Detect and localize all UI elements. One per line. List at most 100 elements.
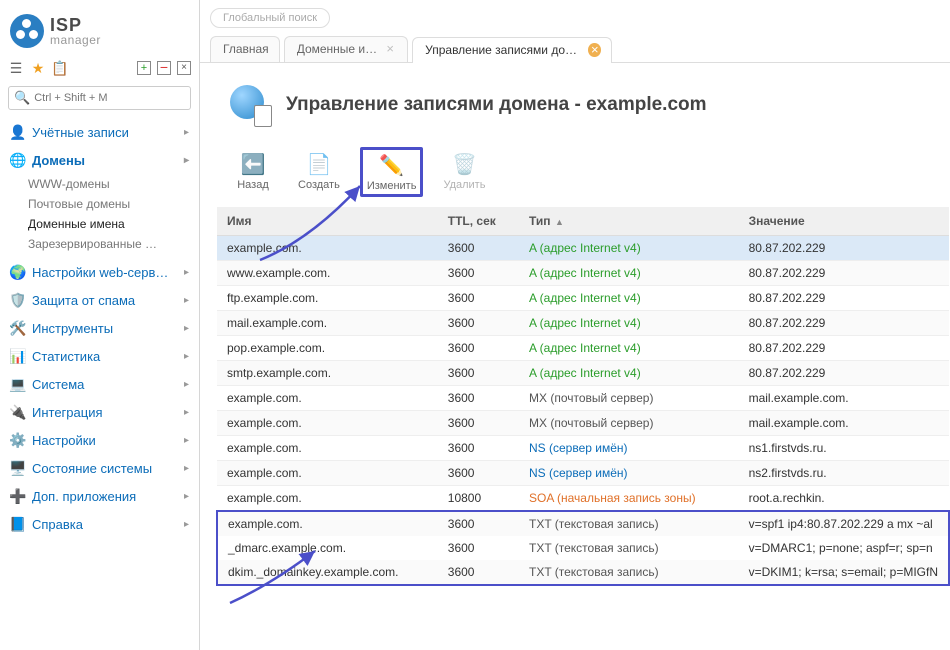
- table-row[interactable]: mail.example.com.3600A (адрес Internet v…: [217, 311, 949, 336]
- sidebar-item-integration[interactable]: 🔌Интеграция▸: [0, 398, 199, 426]
- sidebar-item-system[interactable]: 💻Система▸: [0, 370, 199, 398]
- sidebar-item-domains[interactable]: 🌐Домены▸: [0, 146, 199, 174]
- tab-main[interactable]: Главная: [210, 36, 280, 62]
- cell-value: v=DKIM1; k=rsa; s=email; p=MIGfN: [739, 560, 949, 585]
- cell-name: example.com.: [217, 436, 438, 461]
- sidebar-item-label: Доп. приложения: [32, 489, 136, 504]
- table-row[interactable]: example.com.3600MX (почтовый сервер)mail…: [217, 411, 949, 436]
- cell-value: ns2.firstvds.ru.: [739, 461, 949, 486]
- page-header: Управление записями домена - example.com: [200, 63, 950, 133]
- sidebar-subitem-names[interactable]: Доменные имена: [28, 214, 199, 234]
- cell-value: 80.87.202.229: [739, 261, 949, 286]
- chevron-right-icon: ▸: [184, 267, 189, 278]
- sidebar-item-accounts[interactable]: 👤Учётные записи▸: [0, 118, 199, 146]
- sidebar: ISP manager ☰ ★ 📋 + − × 🔍 👤Учётные запис…: [0, 0, 200, 650]
- col-value[interactable]: Значение: [739, 207, 949, 236]
- help-icon: 📘: [10, 516, 26, 532]
- chevron-right-icon: ▸: [184, 435, 189, 446]
- sidebar-item-label: Справка: [32, 517, 83, 532]
- cell-type: TXT (текстовая запись): [519, 536, 739, 560]
- col-name[interactable]: Имя: [217, 207, 438, 236]
- cell-name: dkim._domainkey.example.com.: [217, 560, 438, 585]
- sidebar-search[interactable]: 🔍: [8, 86, 191, 110]
- cell-ttl: 3600: [438, 286, 519, 311]
- system-icon: 💻: [10, 376, 26, 392]
- close-icon[interactable]: ×: [383, 42, 397, 56]
- sidebar-item-help[interactable]: 📘Справка▸: [0, 510, 199, 538]
- sidebar-item-settings[interactable]: ⚙️Настройки▸: [0, 426, 199, 454]
- cell-type: TXT (текстовая запись): [519, 511, 739, 536]
- cell-ttl: 3600: [438, 436, 519, 461]
- close-all-icon[interactable]: ×: [177, 61, 191, 75]
- sidebar-item-label: Состояние системы: [32, 461, 152, 476]
- edit-button[interactable]: ✏️ Изменить: [360, 147, 424, 197]
- cell-ttl: 3600: [438, 361, 519, 386]
- table-row[interactable]: example.com.3600A (адрес Internet v4)80.…: [217, 236, 949, 261]
- star-icon[interactable]: ★: [30, 60, 46, 76]
- sidebar-item-websettings[interactable]: 🌍Настройки web-серв…▸: [0, 258, 199, 286]
- cell-ttl: 3600: [438, 236, 519, 261]
- sidebar-subitem-mail[interactable]: Почтовые домены: [28, 194, 199, 214]
- sidebar-item-antispam[interactable]: 🛡️Защита от спама▸: [0, 286, 199, 314]
- col-ttl[interactable]: TTL, сек: [438, 207, 519, 236]
- list-icon[interactable]: ☰: [8, 60, 24, 76]
- table-row[interactable]: smtp.example.com.3600A (адрес Internet v…: [217, 361, 949, 386]
- expand-all-icon[interactable]: +: [137, 61, 151, 75]
- table-row[interactable]: dkim._domainkey.example.com.3600TXT (тек…: [217, 560, 949, 585]
- cell-value: 80.87.202.229: [739, 286, 949, 311]
- col-type[interactable]: Тип ▲: [519, 207, 739, 236]
- cell-name: pop.example.com.: [217, 336, 438, 361]
- cell-type: SOA (начальная запись зоны): [519, 486, 739, 512]
- tab-label: Доменные и…: [297, 42, 377, 56]
- extra-icon: ➕: [10, 488, 26, 504]
- cell-type: A (адрес Internet v4): [519, 261, 739, 286]
- cell-type: TXT (текстовая запись): [519, 560, 739, 585]
- tab-records[interactable]: Управление записями домен… ×: [412, 37, 612, 63]
- global-search[interactable]: Глобальный поиск: [210, 8, 330, 28]
- cell-ttl: 3600: [438, 536, 519, 560]
- chevron-right-icon: ▸: [184, 379, 189, 390]
- cell-ttl: 3600: [438, 461, 519, 486]
- table-row[interactable]: example.com.10800SOA (начальная запись з…: [217, 486, 949, 512]
- sidebar-item-extra[interactable]: ➕Доп. приложения▸: [0, 482, 199, 510]
- table-row[interactable]: example.com.3600TXT (текстовая запись)v=…: [217, 511, 949, 536]
- collapse-all-icon[interactable]: −: [157, 61, 171, 75]
- antispam-icon: 🛡️: [10, 292, 26, 308]
- table-row[interactable]: example.com.3600MX (почтовый сервер)mail…: [217, 386, 949, 411]
- chevron-right-icon: ▸: [184, 351, 189, 362]
- sidebar-item-stats[interactable]: 📊Статистика▸: [0, 342, 199, 370]
- cell-ttl: 3600: [438, 261, 519, 286]
- table-row[interactable]: example.com.3600NS (сервер имён)ns1.firs…: [217, 436, 949, 461]
- sidebar-item-label: Домены: [32, 153, 85, 168]
- cell-value: v=spf1 ip4:80.87.202.229 a mx ~al: [739, 511, 949, 536]
- create-button[interactable]: 📄Создать: [292, 147, 346, 195]
- sidebar-subitem-reserved[interactable]: Зарезервированные …: [28, 234, 199, 254]
- back-icon: ⬅️: [240, 151, 266, 177]
- search-input[interactable]: [34, 92, 185, 104]
- cell-value: ns1.firstvds.ru.: [739, 436, 949, 461]
- edit-icon: ✏️: [379, 152, 405, 178]
- table-row[interactable]: ftp.example.com.3600A (адрес Internet v4…: [217, 286, 949, 311]
- clipboard-icon[interactable]: 📋: [52, 60, 68, 76]
- tab-label: Управление записями домен…: [425, 43, 582, 57]
- cell-value: 80.87.202.229: [739, 236, 949, 261]
- cell-value: 80.87.202.229: [739, 361, 949, 386]
- close-icon[interactable]: ×: [588, 43, 601, 57]
- table-row[interactable]: _dmarc.example.com.3600TXT (текстовая за…: [217, 536, 949, 560]
- table-row[interactable]: www.example.com.3600A (адрес Internet v4…: [217, 261, 949, 286]
- back-button[interactable]: ⬅️Назад: [228, 147, 278, 195]
- table-row[interactable]: pop.example.com.3600A (адрес Internet v4…: [217, 336, 949, 361]
- action-label: Изменить: [367, 180, 417, 192]
- table-row[interactable]: example.com.3600NS (сервер имён)ns2.firs…: [217, 461, 949, 486]
- cell-type: NS (сервер имён): [519, 461, 739, 486]
- sidebar-item-state[interactable]: 🖥️Состояние системы▸: [0, 454, 199, 482]
- action-bar: ⬅️Назад📄Создать✏️Изменить🗑️Удалить: [200, 133, 950, 207]
- domains-icon: 🌐: [10, 152, 26, 168]
- sidebar-item-tools[interactable]: 🛠️Инструменты▸: [0, 314, 199, 342]
- cell-value: root.a.rechkin.: [739, 486, 949, 512]
- sidebar-subitem-www[interactable]: WWW-домены: [28, 174, 199, 194]
- nav: 👤Учётные записи▸ 🌐 Домены ▸ WWW-доменыПочтов…: [0, 118, 199, 538]
- cell-value: v=DMARC1; p=none; aspf=r; sp=n: [739, 536, 949, 560]
- tab-dnames[interactable]: Доменные и… ×: [284, 36, 408, 62]
- cell-name: mail.example.com.: [217, 311, 438, 336]
